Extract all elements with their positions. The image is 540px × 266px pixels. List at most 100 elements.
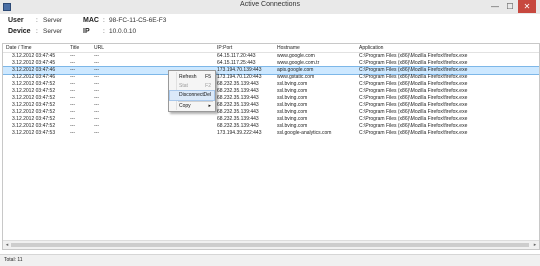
cell-ipport: 173.194.70.120:443 <box>217 74 262 80</box>
cell-hostname: ssl.bving.com <box>277 81 308 87</box>
submenu-arrow-icon: ▸ <box>208 103 211 109</box>
cell-ipport: 68.232.35.139:443 <box>217 95 259 101</box>
device-label: Device <box>8 28 31 35</box>
cell-hostname: ssl.bving.com <box>277 102 308 108</box>
cell-ipport: 68.232.35.139:443 <box>217 102 259 108</box>
connections-table[interactable]: Date / Time Title URL IP:Port Hostname A… <box>2 43 540 250</box>
column-header-application[interactable]: Application <box>359 44 383 52</box>
device-info-panel: User : Server MAC : 98-FC-11-C5-6E-F3 De… <box>0 14 540 44</box>
cell-datetime: 3.12.2012 03:47:52 <box>12 102 56 108</box>
cell-datetime: 3.12.2012 03:47:45 <box>12 60 56 66</box>
cell-title: --- <box>70 81 75 87</box>
cell-hostname: apis.google.com <box>277 67 314 73</box>
user-label: User <box>8 17 24 24</box>
cell-title: --- <box>70 123 75 129</box>
cell-title: --- <box>70 67 75 73</box>
cell-hostname: ssl.bving.com <box>277 95 308 101</box>
cell-datetime: 3.12.2012 03:47:52 <box>12 88 56 94</box>
menu-item-copy-label: Copy <box>179 103 191 109</box>
cell-hostname: ssl.bving.com <box>277 88 308 94</box>
cell-application: C:\Program Files (x86)\Mozilla Firefox\f… <box>359 109 468 115</box>
table-row[interactable]: 3.12.2012 03:47:52 --- --- 68.232.35.139:44… <box>3 81 539 88</box>
window-title: Active Connections <box>240 1 300 8</box>
close-button[interactable]: ✕ <box>518 0 536 13</box>
cell-datetime: 3.12.2012 03:47:52 <box>12 123 56 129</box>
menu-item-stat-shortcut: F2 <box>205 83 211 89</box>
cell-hostname: www.google.com <box>277 53 315 59</box>
table-row[interactable]: 3.12.2012 03:47:46 --- --- 173.194.70.120:4… <box>3 74 539 81</box>
ip-label: IP <box>83 28 90 35</box>
menu-item-refresh-shortcut: F5 <box>205 74 211 80</box>
cell-datetime: 3.12.2012 03:47:52 <box>12 116 56 122</box>
column-header-title[interactable]: Title <box>70 44 79 52</box>
cell-title: --- <box>70 130 75 136</box>
cell-application: C:\Program Files (x86)\Mozilla Firefox\f… <box>359 81 468 87</box>
cell-ipport: 173.194.39.222:443 <box>217 130 262 136</box>
cell-datetime: 3.12.2012 03:47:53 <box>12 130 56 136</box>
table-row[interactable]: 3.12.2012 03:47:52 --- --- 68.232.35.139:44… <box>3 95 539 102</box>
table-body: 3.12.2012 03:47:45 --- --- 64.15.117.20:443… <box>3 53 539 137</box>
cell-title: --- <box>70 109 75 115</box>
cell-url: --- <box>94 109 99 115</box>
table-row[interactable]: 3.12.2012 03:47:52 --- --- 68.232.35.139:44… <box>3 102 539 109</box>
cell-url: --- <box>94 88 99 94</box>
scrollbar-thumb[interactable] <box>11 243 529 247</box>
cell-ipport: 68.232.35.139:443 <box>217 81 259 87</box>
menu-item-disconnect[interactable]: Disconnect Del <box>169 90 215 101</box>
table-row[interactable]: 3.12.2012 03:47:45 --- --- 64.15.117.25:443… <box>3 60 539 67</box>
table-row[interactable]: 3.12.2012 03:47:52 --- --- 68.232.35.139:44… <box>3 123 539 130</box>
user-value: Server <box>43 17 63 24</box>
table-row[interactable]: 3.12.2012 03:47:52 --- --- 68.232.35.139:44… <box>3 116 539 123</box>
cell-title: --- <box>70 116 75 122</box>
table-row[interactable]: 3.12.2012 03:47:53 --- --- 173.194.39.222:4… <box>3 130 539 137</box>
cell-hostname: ssl.google-analytics.com <box>277 130 332 136</box>
device-value: Server <box>43 28 63 35</box>
column-header-hostname[interactable]: Hostname <box>277 44 300 52</box>
table-row[interactable]: 3.12.2012 03:47:45 --- --- 64.15.117.20:443… <box>3 53 539 60</box>
cell-ipport: 173.194.70.139:443 <box>217 67 262 73</box>
menu-item-disconnect-shortcut: Del <box>203 92 211 98</box>
menu-item-stat[interactable]: Stat F2 <box>170 82 214 91</box>
cell-url: --- <box>94 81 99 87</box>
cell-title: --- <box>70 74 75 80</box>
cell-url: --- <box>94 53 99 59</box>
cell-application: C:\Program Files (x86)\Mozilla Firefox\f… <box>359 95 468 101</box>
column-header-ipport[interactable]: IP:Port <box>217 44 232 52</box>
cell-ipport: 68.232.35.139:443 <box>217 109 259 115</box>
table-row[interactable]: 3.12.2012 03:47:52 --- --- 68.232.35.139:44… <box>3 109 539 116</box>
cell-datetime: 3.12.2012 03:47:46 <box>12 74 56 80</box>
table-row[interactable]: 3.12.2012 03:47:52 --- --- 68.232.35.139:44… <box>3 88 539 95</box>
minimize-button[interactable]: — <box>488 0 502 13</box>
table-header: Date / Time Title URL IP:Port Hostname A… <box>3 44 539 53</box>
column-header-datetime[interactable]: Date / Time <box>6 44 32 52</box>
cell-title: --- <box>70 53 75 59</box>
cell-title: --- <box>70 60 75 66</box>
device-separator: : <box>36 28 38 35</box>
user-separator: : <box>36 17 38 24</box>
table-row[interactable]: 3.12.2012 03:47:46 --- --- 173.194.70.139:4… <box>3 66 539 75</box>
menu-item-stat-label: Stat <box>179 83 188 89</box>
menu-item-refresh[interactable]: Refresh F5 <box>170 73 214 82</box>
horizontal-scrollbar[interactable]: ◂ ▸ <box>3 240 539 249</box>
cell-title: --- <box>70 95 75 101</box>
cell-ipport: 64.15.117.20:443 <box>217 53 256 59</box>
cell-ipport: 68.232.35.139:443 <box>217 116 259 122</box>
cell-application: C:\Program Files (x86)\Mozilla Firefox\f… <box>359 116 468 122</box>
menu-item-disconnect-label: Disconnect <box>179 92 204 98</box>
cell-ipport: 68.232.35.139:443 <box>217 88 259 94</box>
cell-hostname: ssl.bving.com <box>277 116 308 122</box>
cell-datetime: 3.12.2012 03:47:45 <box>12 53 56 59</box>
scroll-left-icon[interactable]: ◂ <box>3 241 11 249</box>
cell-url: --- <box>94 95 99 101</box>
ip-separator: : <box>103 28 105 35</box>
maximize-button[interactable]: ☐ <box>503 0 517 13</box>
cell-hostname: ssl.bving.com <box>277 123 308 129</box>
menu-item-copy[interactable]: Copy ▸ <box>170 102 214 111</box>
cell-title: --- <box>70 88 75 94</box>
cell-ipport: 64.15.117.25:443 <box>217 60 256 66</box>
title-bar: Active Connections — ☐ ✕ <box>0 0 540 15</box>
scroll-right-icon[interactable]: ▸ <box>531 241 539 249</box>
column-header-url[interactable]: URL <box>94 44 104 52</box>
mac-value: 98-FC-11-C5-6E-F3 <box>109 17 167 24</box>
cell-hostname: www.google.com.tr <box>277 60 320 66</box>
